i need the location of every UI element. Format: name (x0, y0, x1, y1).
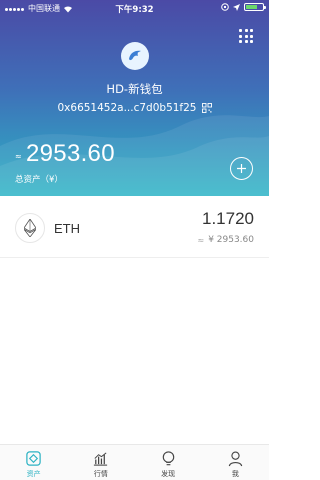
wallet-address[interactable]: 0x6651452a...c7d0b51f25 (58, 102, 197, 114)
market-chart-icon (94, 452, 108, 466)
tab-discover[interactable]: 发现 (135, 445, 202, 480)
wallet-address-row[interactable]: 0x6651452a...c7d0b51f25 (0, 102, 269, 114)
eth-logo (15, 213, 45, 243)
add-asset-button[interactable] (230, 157, 253, 180)
balance-approx-symbol: ≈ (15, 152, 22, 161)
tab-profile-label: 我 (231, 470, 239, 478)
tab-discover-label: 发现 (161, 470, 176, 478)
status-bar: 中国联通 下午9:32 (0, 0, 269, 16)
bird-logo-icon (129, 50, 141, 61)
wallet-name[interactable]: HD-新钱包 (0, 81, 269, 97)
tab-assets-label: 资产 (26, 470, 41, 478)
total-balance-label: 总资产（¥） (15, 175, 63, 185)
discover-bulb-icon (162, 451, 174, 466)
lock-rotation-icon (221, 3, 229, 11)
bottom-tab-bar: 资产 行情 发现 我 (0, 444, 269, 480)
total-balance: 2953.60 (26, 140, 115, 167)
asset-approx-symbol: ≈ (197, 235, 205, 245)
tab-market-label: 行情 (93, 470, 108, 478)
assets-icon (26, 451, 41, 466)
wallet-avatar[interactable] (121, 42, 149, 70)
location-icon (233, 3, 240, 11)
ethereum-icon (24, 219, 36, 237)
battery-icon (244, 3, 266, 11)
grid-menu-icon[interactable] (239, 29, 253, 43)
tab-assets[interactable]: 资产 (0, 445, 67, 480)
tab-profile[interactable]: 我 (202, 445, 269, 480)
asset-row-eth[interactable]: ETH 1.1720 ≈ ¥ 2953.60 (0, 204, 269, 258)
asset-symbol: ETH (54, 221, 80, 236)
asset-amount: 1.1720 (202, 209, 254, 228)
asset-value-text: ¥ 2953.60 (208, 235, 254, 245)
asset-fiat-value: ≈ ¥ 2953.60 (197, 235, 254, 245)
qr-code-icon[interactable] (201, 103, 212, 113)
profile-icon (228, 451, 243, 467)
tab-market[interactable]: 行情 (67, 445, 134, 480)
plus-icon (237, 164, 246, 173)
wallet-header: 中国联通 下午9:32 HD-新钱包 0x6651452a...c7d0b51f… (0, 0, 269, 196)
